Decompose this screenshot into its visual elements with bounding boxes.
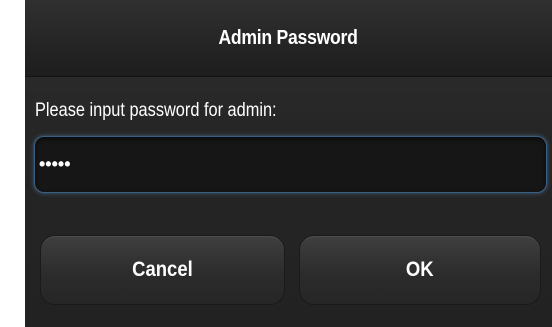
dialog-title: Admin Password: [218, 26, 359, 49]
dialog-body: Please input password for admin: Cancel …: [25, 77, 552, 327]
cancel-button-label: Cancel: [132, 258, 193, 281]
password-prompt-label: Please input password for admin:: [35, 100, 277, 121]
admin-password-dialog: Admin Password Please input password for…: [25, 0, 552, 327]
cancel-button[interactable]: Cancel: [40, 235, 285, 305]
ok-button-label: OK: [406, 258, 434, 281]
dialog-titlebar: Admin Password: [25, 0, 552, 77]
password-input[interactable]: [34, 136, 547, 193]
ok-button[interactable]: OK: [299, 235, 541, 305]
